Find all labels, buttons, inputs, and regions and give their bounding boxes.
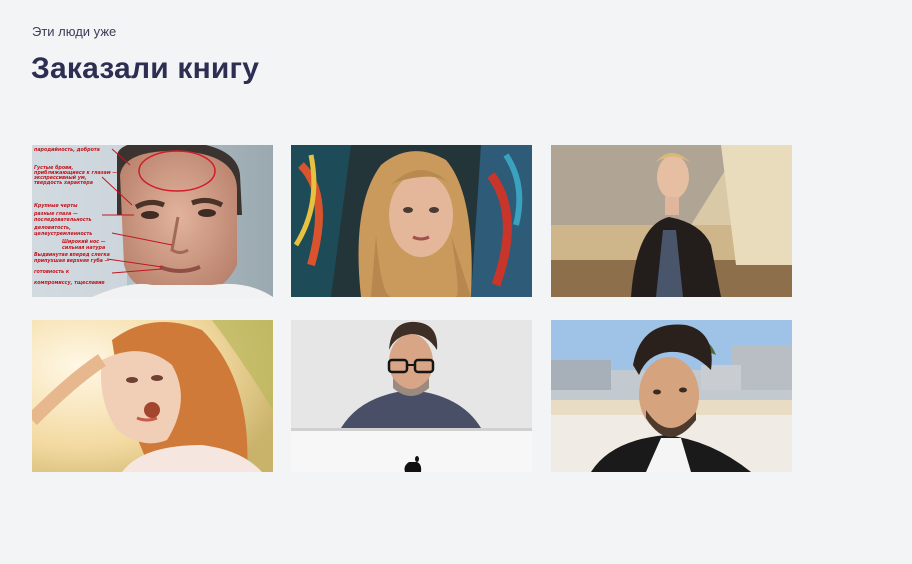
svg-text:припухшая верхняя губа —: припухшая верхняя губа — [34,257,110,264]
section-subtitle: Эти люди уже [32,24,117,39]
svg-text:Выдвинутая вперед слегка: Выдвинутая вперед слегка [34,252,110,258]
customer-photo-3 [551,145,792,297]
section-title: Заказали книгу [31,52,260,85]
customer-photo-6 [551,320,792,472]
customer-photo-2 [291,145,532,297]
customer-photo-4 [32,320,273,472]
svg-text:целеустремленность: целеустремленность [34,232,92,237]
svg-text:приближающиеся к глазам —: приближающиеся к глазам — [34,169,117,176]
svg-text:компромиссу, тщеславие: компромиссу, тщеславие [34,281,105,286]
svg-text:Крупные черты: Крупные черты [34,203,78,209]
svg-text:последовательность: последовательность [34,218,92,223]
customer-photo-5 [291,320,532,472]
customers-photo-grid: пародийность, доброта Густые брови, приб… [32,145,792,472]
svg-text:деловитость,: деловитость, [33,226,71,231]
svg-text:Густые брови,: Густые брови, [34,164,74,171]
svg-text:Широкий нос —: Широкий нос — [62,239,106,245]
svg-text:твердость характера: твердость характера [34,181,93,186]
svg-text:готовность к: готовность к [34,270,70,275]
svg-text:сильная натура: сильная натура [62,246,105,251]
customer-photo-1: пародийность, доброта Густые брови, приб… [32,145,273,297]
svg-text:разные глаза —: разные глаза — [33,212,78,217]
svg-text:пародийность, доброта: пародийность, доброта [34,146,100,153]
